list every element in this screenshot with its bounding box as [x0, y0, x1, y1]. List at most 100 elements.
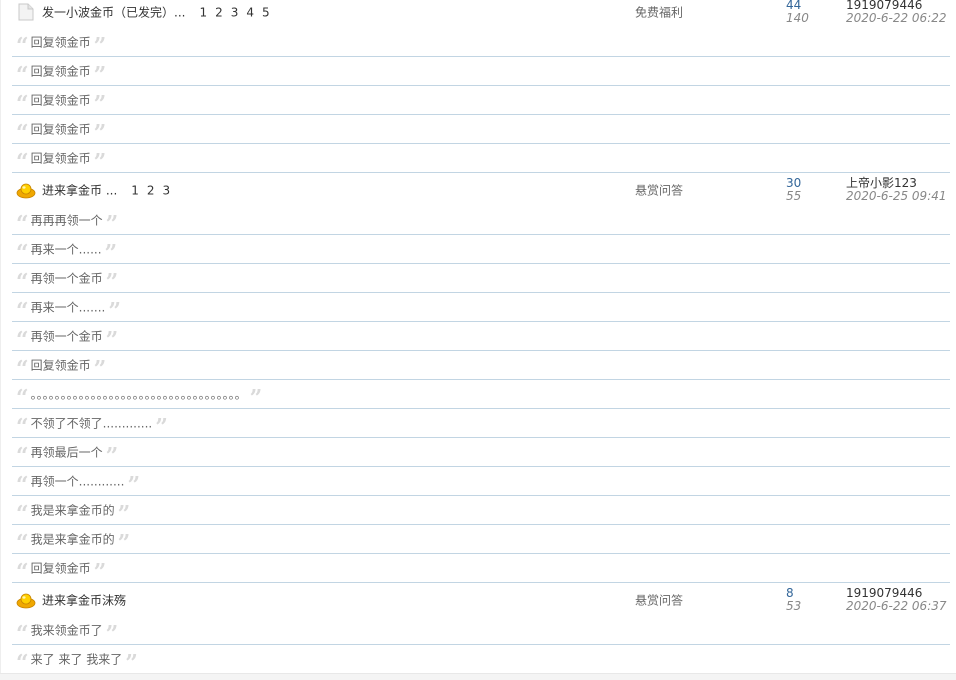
quote-close-icon: ”	[249, 385, 263, 411]
quote-close-icon: ”	[104, 240, 118, 266]
reply-text-link[interactable]: 回复领金币	[31, 560, 91, 577]
reply-text-link[interactable]: 回复领金币	[31, 34, 91, 51]
reply-item: “回复领金币”	[12, 115, 950, 144]
quote-close-icon: ”	[105, 621, 119, 647]
reply-quote: “我来领金币了”	[16, 621, 119, 647]
page-link[interactable]: 1	[199, 6, 207, 20]
reply-quote: “回复领金币”	[16, 121, 106, 144]
reply-item: “回复领金币”	[12, 144, 950, 173]
quote-open-icon: “	[16, 650, 29, 676]
reply-item: “不领了不领了.............”	[12, 409, 950, 438]
quote-close-icon: ”	[93, 33, 107, 59]
reply-text-link[interactable]: 回复领金币	[31, 357, 91, 374]
reply-text-link[interactable]: 再领最后一个	[31, 444, 103, 461]
reply-text-link[interactable]: 我是来拿金币的	[31, 531, 115, 548]
page-link[interactable]: 2	[215, 6, 223, 20]
reply-text-link[interactable]: 回复领金币	[31, 121, 91, 138]
thread-author-info: 1919079446 2020-6-22 06:22	[846, 0, 947, 25]
reply-text-link[interactable]: 来了 来了 我来了	[31, 651, 123, 668]
page-link[interactable]: 3	[231, 6, 239, 20]
reply-item: “回复领金币”	[12, 28, 950, 57]
reply-quote: “再来一个......”	[16, 240, 118, 266]
thread-title-link[interactable]: 进来拿金币沫殇	[42, 593, 126, 607]
quote-open-icon: “	[16, 33, 29, 59]
quote-close-icon: ”	[105, 443, 119, 469]
quote-open-icon: “	[16, 62, 29, 88]
reply-quote: “再领一个金币”	[16, 327, 119, 353]
thread-title-container: 进来拿金币沫殇	[42, 591, 126, 608]
quote-open-icon: “	[16, 356, 29, 382]
reply-text-link[interactable]: 再领一个金币	[31, 328, 103, 345]
reply-text-link[interactable]: 再来一个.......	[31, 299, 106, 316]
thread-stats: 8 53	[786, 586, 801, 613]
view-count: 55	[786, 188, 802, 203]
reply-quote: “。。。。。。。。。。。。。。。。。。。。。。。。。。。。。。。。。。。”	[16, 385, 263, 411]
reply-quote: “回复领金币”	[16, 149, 107, 175]
reply-quote: “再来一个.......”	[16, 298, 122, 324]
page-link[interactable]: 3	[163, 183, 171, 197]
document-icon	[16, 3, 36, 21]
reply-item: “再来一个.......”	[12, 293, 950, 322]
quote-open-icon: “	[16, 501, 29, 527]
reply-quote: “回复领金币”	[16, 62, 107, 88]
quote-open-icon: “	[16, 240, 29, 266]
reply-quote: “来了 来了 我来了”	[16, 650, 138, 676]
quote-close-icon: ”	[105, 327, 119, 353]
reply-quote: “再领最后一个”	[16, 443, 119, 469]
quote-close-icon: ”	[93, 149, 107, 175]
quote-close-icon: ”	[93, 91, 107, 117]
reply-item: “我是来拿金币的”	[12, 525, 950, 554]
reply-text-link[interactable]: 不领了不领了.............	[31, 415, 153, 432]
reply-text-link[interactable]: 回复领金币	[31, 150, 91, 167]
reply-quote: “回复领金币”	[16, 356, 107, 382]
page-link[interactable]: 4	[246, 6, 254, 20]
reply-item: “再领最后一个”	[12, 438, 950, 467]
reply-item: “回复领金币”	[12, 351, 950, 380]
post-date: 2020-6-22 06:37	[846, 598, 947, 613]
view-count: 140	[786, 11, 809, 25]
page-link[interactable]: 5	[262, 6, 270, 20]
thread-title-link[interactable]: 进来拿金币 ...	[42, 183, 117, 197]
thread-row: 发一小波金币（已发完）... 1 2 3 4 5 免费福利 44 140 1919079446 20…	[0, 0, 956, 28]
page-link[interactable]: 2	[147, 183, 155, 197]
quote-open-icon: “	[16, 472, 29, 498]
quote-open-icon: “	[16, 443, 29, 469]
quote-close-icon: ”	[93, 62, 107, 88]
quote-open-icon: “	[16, 298, 29, 324]
reply-item: “再领一个金币”	[12, 322, 950, 351]
thread-author-info: 上帝小影123 2020-6-25 09:41	[846, 176, 947, 203]
quote-close-icon: ”	[108, 298, 122, 324]
reply-text-link[interactable]: 再来一个......	[31, 241, 102, 258]
quote-open-icon: “	[16, 149, 29, 175]
thread-forum-link[interactable]: 悬赏问答	[635, 181, 683, 198]
reply-item: “回复领金币”	[12, 57, 950, 86]
post-date: 2020-6-22 06:22	[846, 11, 947, 25]
thread-title-link[interactable]: 发一小波金币（已发完）...	[42, 6, 185, 20]
reply-quote: “再再再领一个”	[16, 211, 118, 237]
quote-close-icon: ”	[117, 530, 131, 556]
reply-text-link[interactable]: 回复领金币	[31, 92, 91, 109]
thread-title-container: 进来拿金币 ... 1 2 3	[42, 181, 170, 198]
quote-close-icon: ”	[127, 472, 141, 498]
gold-ingot-icon	[16, 591, 36, 609]
gold-ingot-icon	[16, 181, 36, 199]
quote-close-icon: ”	[93, 356, 107, 382]
reply-item: “再再再领一个”	[12, 206, 950, 235]
quote-close-icon: ”	[125, 650, 138, 676]
reply-quote: “再领一个............”	[16, 472, 141, 498]
reply-text-link[interactable]: 我来领金币了	[31, 622, 103, 639]
page-link[interactable]: 1	[131, 183, 139, 197]
thread-forum-link[interactable]: 免费福利	[635, 4, 683, 21]
reply-text-link[interactable]: 再领一个金币	[31, 270, 103, 287]
reply-quote: “不领了不领了.............”	[16, 415, 168, 438]
quote-open-icon: “	[16, 211, 29, 237]
reply-text-link[interactable]: 再领一个............	[31, 473, 125, 490]
thread-pagination: 12345	[191, 6, 269, 20]
reply-quote: “回复领金币”	[16, 33, 107, 59]
thread-forum-link[interactable]: 悬赏问答	[635, 591, 683, 608]
reply-text-link[interactable]: 。。。。。。。。。。。。。。。。。。。。。。。。。。。。。。。。。。。	[31, 386, 247, 403]
reply-text-link[interactable]: 我是来拿金币的	[31, 502, 115, 519]
reply-text-link[interactable]: 回复领金币	[31, 63, 91, 80]
reply-item: “再领一个金币”	[12, 264, 950, 293]
reply-text-link[interactable]: 再再再领一个	[31, 212, 103, 229]
